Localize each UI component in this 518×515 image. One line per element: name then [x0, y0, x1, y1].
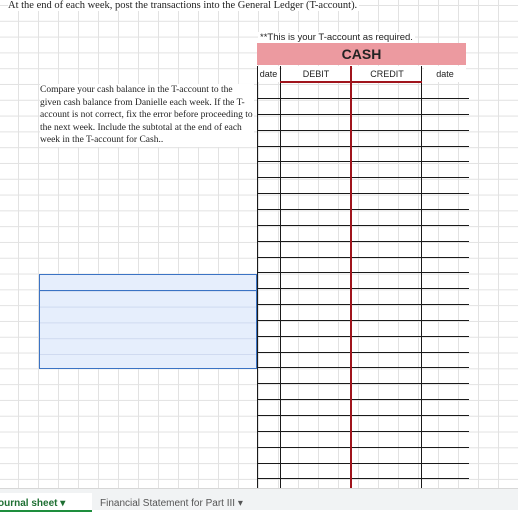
t-account-row[interactable]	[257, 82, 469, 99]
column-header-debit: DEBIT	[282, 66, 350, 82]
t-account-center-line	[350, 66, 352, 488]
t-account-title: CASH	[257, 43, 466, 65]
tab-journal-sheet[interactable]: ournal sheet ▾	[0, 493, 92, 512]
t-account-row[interactable]	[257, 431, 469, 448]
chevron-down-icon[interactable]: ▾	[60, 498, 65, 509]
t-account-row[interactable]	[257, 351, 469, 369]
sheet-tab-bar: ournal sheet ▾ Financial Statement for P…	[0, 488, 518, 512]
t-account-row[interactable]	[257, 462, 469, 480]
t-account-divider-date	[280, 66, 281, 488]
t-account-row[interactable]	[257, 161, 469, 179]
t-account-row[interactable]	[257, 367, 469, 385]
tab-label: Financial Statement for Part III	[100, 498, 236, 509]
t-account-row[interactable]	[257, 336, 469, 353]
t-account-border-left	[257, 66, 258, 488]
t-account-row[interactable]	[257, 320, 469, 337]
t-account-row[interactable]	[257, 415, 469, 432]
t-account-row[interactable]	[257, 209, 469, 226]
column-header-date-left: date	[258, 66, 279, 82]
instruction-text: Compare your cash balance in the T-accou…	[40, 84, 254, 147]
t-account-row[interactable]	[257, 288, 469, 306]
tab-financial-statement[interactable]: Financial Statement for Part III ▾	[100, 493, 243, 510]
t-account-row[interactable]	[257, 225, 469, 242]
selected-cell-range[interactable]	[39, 274, 257, 369]
t-account-row[interactable]	[257, 193, 469, 210]
t-account-row[interactable]	[257, 145, 469, 163]
t-account-row[interactable]	[257, 272, 469, 290]
t-account-row[interactable]	[257, 177, 469, 195]
column-header-date-right: date	[424, 66, 466, 82]
tab-label: ournal sheet	[0, 498, 58, 509]
t-account-row[interactable]	[257, 241, 469, 258]
t-account-row[interactable]	[257, 114, 469, 131]
t-account-note: **This is your T-account as required.	[258, 32, 415, 43]
t-account-row[interactable]	[257, 304, 469, 321]
header-instruction: At the end of each week, post the transa…	[8, 0, 360, 11]
t-account-row[interactable]	[257, 256, 469, 274]
spreadsheet-grid[interactable]: At the end of each week, post the transa…	[0, 0, 518, 488]
column-header-credit: CREDIT	[353, 66, 421, 82]
t-account-top-line	[280, 81, 422, 83]
t-account-row[interactable]	[257, 98, 469, 115]
chevron-down-icon[interactable]: ▾	[238, 498, 243, 509]
t-account-row[interactable]	[257, 447, 469, 464]
t-account-divider-credit	[421, 66, 422, 488]
active-cell[interactable]	[40, 275, 256, 291]
t-account-row[interactable]	[257, 383, 469, 401]
t-account-row[interactable]	[257, 399, 469, 416]
t-account-row[interactable]	[257, 130, 469, 147]
t-account-grid[interactable]	[257, 82, 469, 488]
